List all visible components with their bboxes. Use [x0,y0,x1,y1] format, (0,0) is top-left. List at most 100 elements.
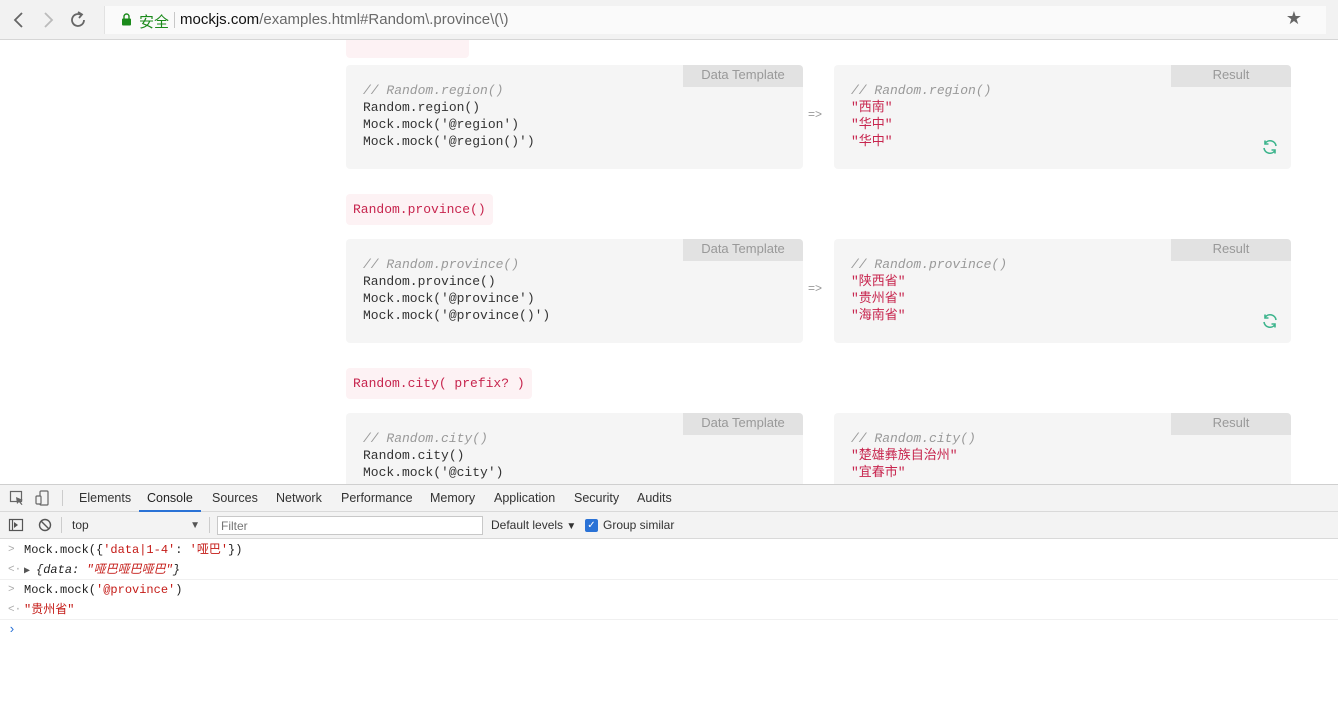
address-bar[interactable]: 安全 mockjs.com/examples.html#Random\.prov… [104,6,1326,34]
bookmark-star-icon[interactable]: ★ [1286,8,1302,29]
code-line: Random.province() [363,274,496,289]
result-value: "宜春市" [851,465,906,480]
console-result: ▶ {data: "哑巴哑巴哑巴"} [24,560,180,582]
devtools-panel: Elements Console Sources Network Perform… [0,484,1338,703]
tab-audits[interactable]: Audits [637,485,672,512]
context-value: top [72,518,89,532]
object-preview: {data: [36,563,87,577]
object-preview: } [172,563,181,577]
code-text: }) [228,543,243,557]
refresh-icon[interactable] [1261,138,1279,156]
console-input-line: > Mock.mock('@province') [0,580,1338,600]
section-heading: Random.city( prefix? ) [346,368,532,399]
output-arrow-icon: <· [8,564,22,576]
toolbar-divider [62,490,63,506]
inspect-element-icon[interactable] [9,490,25,506]
code-line: Mock.mock('@region') [363,117,520,132]
browser-toolbar: 安全 mockjs.com/examples.html#Random\.prov… [0,0,1338,40]
data-template-panel: Data Template // Random.region() Random.… [346,65,803,169]
tab-application[interactable]: Application [494,485,555,512]
tab-elements[interactable]: Elements [79,485,131,512]
section-heading-partial [346,40,469,58]
tab-sources[interactable]: Sources [212,485,258,512]
code-text: ) [175,583,183,597]
tab-console[interactable]: Console [139,485,201,512]
log-levels-dropdown[interactable]: Default levels ▼ [491,516,576,536]
result-panel: Result // Random.province() "陕西省" "贵州省" … [834,239,1291,343]
clear-console-icon[interactable] [37,517,53,533]
code-line: Mock.mock('@city') [363,465,504,480]
lock-icon [122,13,131,26]
context-selector[interactable]: top ▼ [68,516,204,535]
result-code: // Random.city() "楚雄彝族自治州" "宜春市" [851,430,976,481]
code-string: '@province' [96,583,176,597]
tab-network[interactable]: Network [276,485,322,512]
code-text: Mock.mock({ [24,543,104,557]
arrow-sign: => [808,281,823,295]
code-comment: // Random.region() [363,83,504,98]
result-value: "陕西省" [851,274,906,289]
console-result-line[interactable]: <· ▶ {data: "哑巴哑巴哑巴"} [0,560,1338,580]
result-panel: Result // Random.city() "楚雄彝族自治州" "宜春市" [834,413,1291,484]
tab-performance[interactable]: Performance [341,485,413,512]
refresh-icon[interactable] [1261,312,1279,330]
template-code: // Random.province() Random.province() M… [363,256,550,324]
devtools-tab-bar: Elements Console Sources Network Perform… [0,485,1338,512]
console-command: Mock.mock({'data|1-4': '哑巴'}) [24,540,242,560]
console-toolbar: top ▼ Default levels ▼ ✓ Group similar [0,512,1338,539]
result-value: "华中" [851,134,893,149]
code-line: Random.city() [363,448,465,463]
reload-button[interactable] [66,8,90,32]
result-panel: Result // Random.region() "西南" "华中" "华中" [834,65,1291,169]
code-comment: // Random.city() [363,431,488,446]
data-template-panel: Data Template // Random.city() Random.ci… [346,413,803,484]
group-similar-label: Group similar [603,518,675,532]
url-host: mockjs.com [180,11,260,28]
console-prompt[interactable]: › [0,620,1338,640]
expand-triangle-icon[interactable]: ▶ [24,566,36,577]
output-arrow-icon: <· [8,604,22,616]
console-result-line: <· "贵州省" [0,600,1338,620]
template-code: // Random.city() Random.city() Mock.mock… [363,430,503,481]
result-value: "海南省" [851,308,906,323]
code-comment: // Random.province() [363,257,520,272]
tab-security[interactable]: Security [574,485,619,512]
device-toolbar-icon[interactable] [35,490,51,506]
result-value: "贵州省" [851,291,906,306]
page-content: Data Template // Random.region() Random.… [0,40,1338,484]
console-command: Mock.mock('@province') [24,580,182,600]
data-template-tag: Data Template [683,239,803,261]
chevron-right-icon [44,12,54,28]
toolbar-divider [209,517,210,533]
filter-input[interactable] [217,516,483,535]
forward-button[interactable] [36,8,60,32]
result-value: "华中" [851,117,893,132]
url-path: /examples.html#Random\.province\(\) [259,11,509,28]
code-text: : [175,543,190,557]
code-comment: // Random.region() [851,83,992,98]
back-button[interactable] [7,8,31,32]
console-output: > Mock.mock({'data|1-4': '哑巴'}) <· ▶ {da… [0,540,1338,640]
code-string: 'data|1-4' [103,543,176,557]
chevron-left-icon [13,12,23,28]
result-tag: Result [1171,413,1291,435]
result-tag: Result [1171,65,1291,87]
code-line: Mock.mock('@region()') [363,134,535,149]
tab-memory[interactable]: Memory [430,485,475,512]
result-code: // Random.province() "陕西省" "贵州省" "海南省" [851,256,1007,324]
result-code: // Random.region() "西南" "华中" "华中" [851,82,991,150]
result-tag: Result [1171,239,1291,261]
data-template-panel: Data Template // Random.province() Rando… [346,239,803,343]
code-string: "哑巴哑巴哑巴" [86,563,173,577]
result-value: "楚雄彝族自治州" [851,448,958,463]
reload-icon [71,11,85,27]
code-comment: // Random.province() [851,257,1008,272]
secure-label: 安全 [139,13,170,31]
caret-down-icon: ▼ [190,520,200,531]
code-text: Mock.mock( [24,583,97,597]
sidebar-toggle-icon[interactable] [8,517,24,533]
data-template-tag: Data Template [683,413,803,435]
caret-down-icon: ▼ [566,521,577,532]
group-similar-checkbox[interactable]: ✓ [585,519,598,532]
template-code: // Random.region() Random.region() Mock.… [363,82,535,150]
